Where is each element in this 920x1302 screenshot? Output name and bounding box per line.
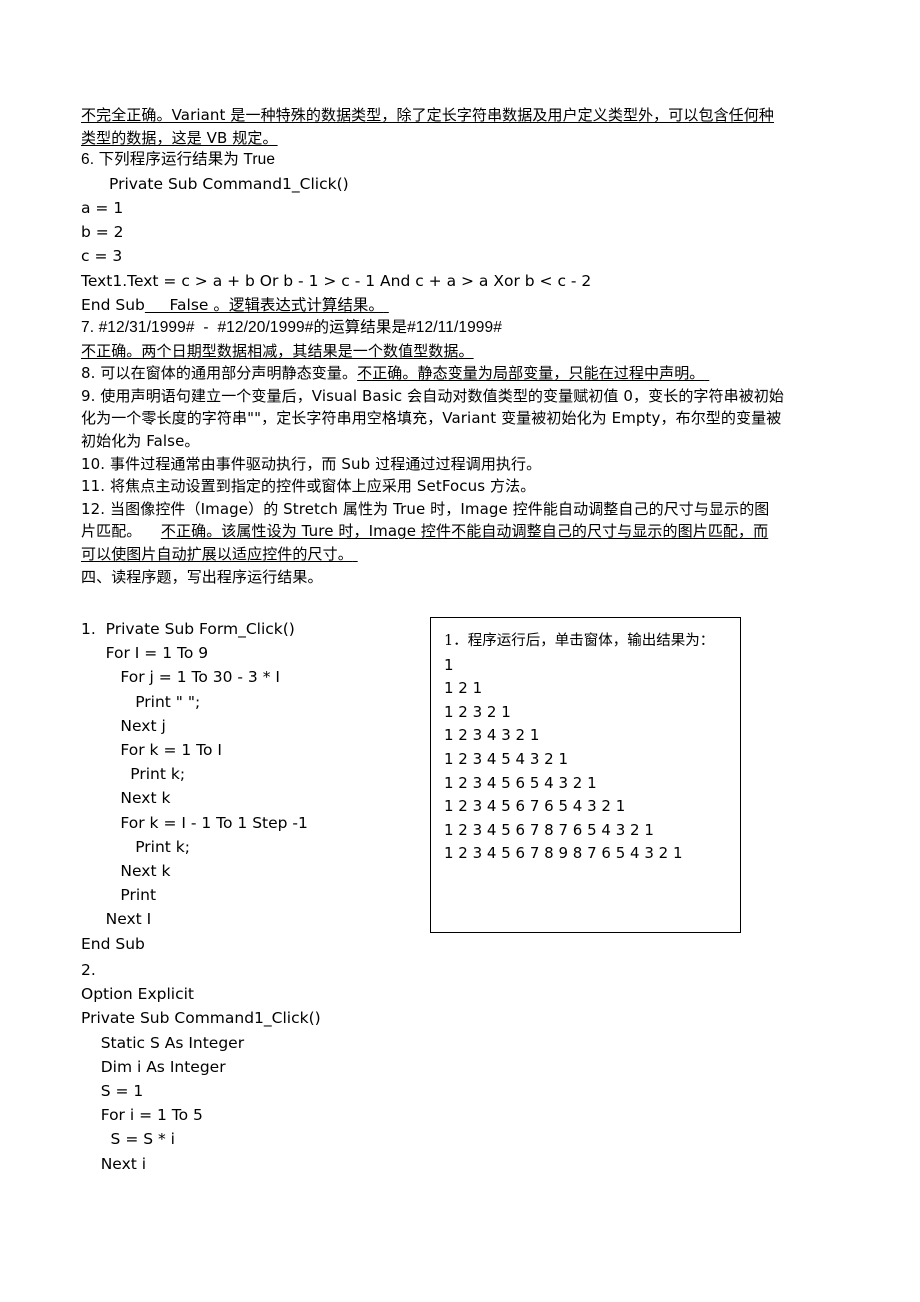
- code-line: Next i: [81, 1154, 147, 1173]
- code-line: Next k: [81, 789, 171, 808]
- item11-number: 11.: [81, 477, 106, 496]
- item9-number: 9.: [81, 386, 96, 405]
- output-box-inner: 1．程序运行后，单击窗体，输出结果为： 1 1 2 1 1 2 3 2 1 1 …: [431, 618, 740, 866]
- code-line: Private Sub Command1_Click(): [81, 1009, 321, 1028]
- item10-number: 10.: [81, 454, 106, 473]
- item6-code-line4: c = 3: [81, 247, 123, 266]
- item11-line: 11. 将焦点主动设置到指定的控件或窗体上应采用 SetFocus 方法。: [81, 475, 841, 498]
- item6-line: 6. 下列程序运行结果为 True: [81, 149, 841, 172]
- code-line: Static S As Integer: [81, 1033, 245, 1052]
- code-line: S = S * i: [81, 1130, 175, 1149]
- output-line: 1 2 3 4 3 2 1: [444, 726, 540, 745]
- output-line: 1 2 3 4 5 6 5 4 3 2 1: [444, 773, 597, 792]
- code-line: Print k;: [81, 837, 190, 856]
- code-line: End Sub: [81, 934, 145, 953]
- item8-line: 8. 可以在窗体的通用部分声明静态变量。不正确。静态变量为局部变量，只能在过程中…: [81, 362, 841, 385]
- item12-line3: 可以使图片自动扩展以适应控件的尺寸。: [81, 543, 841, 566]
- item6-answer: False 。逻辑表达式计算结果。: [169, 295, 384, 314]
- item11-text: 将焦点主动设置到指定的控件或窗体上应采用 SetFocus 方法。: [110, 477, 536, 496]
- code-line: Next k: [81, 862, 171, 881]
- item12-answer-line1: 不正确。该属性设为 Ture 时，Image 控件不能自动调整自己的尺寸与显示的…: [160, 522, 769, 541]
- item7-number: 7.: [81, 319, 95, 336]
- code-line: Print k;: [81, 765, 186, 784]
- item10-line: 10. 事件过程通常由事件驱动执行，而 Sub 过程通过过程调用执行。: [81, 453, 841, 476]
- output-line: 1 2 3 2 1: [444, 702, 511, 721]
- output-line: 1 2 3 4 5 6 7 8 9 8 7 6 5 4 3 2 1: [444, 844, 683, 863]
- code-line: Dim i As Integer: [81, 1057, 226, 1076]
- item6-code-line6: End Sub: [81, 295, 145, 314]
- output-line: 1 2 3 4 5 6 7 8 7 6 5 4 3 2 1: [444, 820, 654, 839]
- item9-text-line1: 使用声明语句建立一个变量后，Visual Basic 会自动对数值类型的变量赋初…: [100, 386, 785, 405]
- item12-line2: 片匹配。 不正确。该属性设为 Ture 时，Image 控件不能自动调整自己的尺…: [81, 520, 841, 543]
- code-line: For I = 1 To 9: [81, 644, 209, 663]
- code-line: For k = 1 To I: [81, 741, 222, 760]
- item8-text: 可以在窗体的通用部分声明静态变量。: [100, 364, 358, 383]
- output-line: 1 2 3 4 5 4 3 2 1: [444, 749, 569, 768]
- item5-answer-line2: 类型的数据，这是 VB 规定。: [81, 128, 278, 147]
- item12-answer-line2: 可以使图片自动扩展以适应控件的尺寸。: [81, 544, 353, 563]
- item9-line2: 化为一个零长度的字符串""，定长字符串用空格填充，Variant 变量被初始化为…: [81, 409, 782, 428]
- document-page: 不完全正确。Variant 是一种特殊的数据类型，除了定长字符串数据及用户定义类…: [0, 0, 920, 1302]
- item9-line1: 9. 使用声明语句建立一个变量后，Visual Basic 会自动对数值类型的变…: [81, 385, 841, 408]
- item6-code-line1: Private Sub Command1_Click(): [109, 174, 349, 193]
- item6-code-line3: b = 2: [81, 223, 124, 242]
- item12-number: 12.: [81, 499, 106, 518]
- output-line: 1: [444, 655, 454, 674]
- code-line: Next I: [81, 910, 152, 929]
- item12-text-line1: 当图像控件（Image）的 Stretch 属性为 True 时，Image 控…: [110, 499, 770, 518]
- item10-text: 事件过程通常由事件驱动执行，而 Sub 过程通过过程调用执行。: [110, 454, 542, 473]
- item7-text: #12/31/1999# - #12/20/1999#的运算结果是#12/11/…: [98, 319, 502, 336]
- item7-answer: 不正确。两个日期型数据相减，其结果是一个数值型数据。: [81, 341, 474, 360]
- code-line: Option Explicit: [81, 985, 194, 1004]
- code-line: Print " ";: [81, 692, 201, 711]
- output-line: 1 2 3 4 5 6 7 6 5 4 3 2 1: [444, 797, 626, 816]
- output-box-heading: 1．程序运行后，单击窗体，输出结果为：: [444, 633, 715, 649]
- section4-heading: 四、读程序题，写出程序运行结果。: [81, 567, 323, 586]
- code-line: Print: [81, 886, 157, 905]
- item6-code-line5: Text1.Text = c > a + b Or b - 1 > c - 1 …: [81, 271, 592, 290]
- code-line: For j = 1 To 30 - 3 * I: [81, 668, 280, 687]
- item8-number: 8.: [81, 364, 96, 383]
- code-line: For k = I - 1 To 1 Step -1: [81, 813, 308, 832]
- program2-code-block: 2. Option Explicit Private Sub Command1_…: [81, 958, 501, 1176]
- code-line: 1. Private Sub Form_Click(): [81, 620, 295, 638]
- program1-code-block: 1. Private Sub Form_Click() For I = 1 To…: [81, 617, 421, 956]
- item6-text: 下列程序运行结果为 True: [98, 151, 276, 169]
- code-line: For i = 1 To 5: [81, 1106, 203, 1125]
- item7-line: 7. #12/31/1999# - #12/20/1999#的运算结果是#12/…: [81, 317, 841, 340]
- code-line: S = 1: [81, 1082, 144, 1101]
- document-body: 不完全正确。Variant 是一种特殊的数据类型，除了定长字符串数据及用户定义类…: [81, 104, 841, 588]
- code-line: Next j: [81, 716, 166, 735]
- item7-answer-line: 不正确。两个日期型数据相减，其结果是一个数值型数据。: [81, 340, 841, 363]
- item9-line3: 初始化为 False。: [81, 431, 200, 450]
- item6-number: 6.: [81, 151, 95, 169]
- program-output-box: 1．程序运行后，单击窗体，输出结果为： 1 1 2 1 1 2 3 2 1 1 …: [430, 617, 741, 933]
- code-line: 2.: [81, 961, 96, 979]
- item6-endsub-line: End Sub False 。逻辑表达式计算结果。: [81, 293, 841, 317]
- item8-answer: 不正确。静态变量为局部变量，只能在过程中声明。: [357, 364, 705, 383]
- item12-text-line2: 片匹配。: [81, 522, 142, 541]
- item12-line1: 12. 当图像控件（Image）的 Stretch 属性为 True 时，Ima…: [81, 498, 841, 521]
- item5-answer-line1: 不完全正确。Variant 是一种特殊的数据类型，除了定长字符串数据及用户定义类…: [81, 106, 774, 124]
- output-line: 1 2 1: [444, 679, 483, 698]
- item6-code-line2: a = 1: [81, 198, 124, 217]
